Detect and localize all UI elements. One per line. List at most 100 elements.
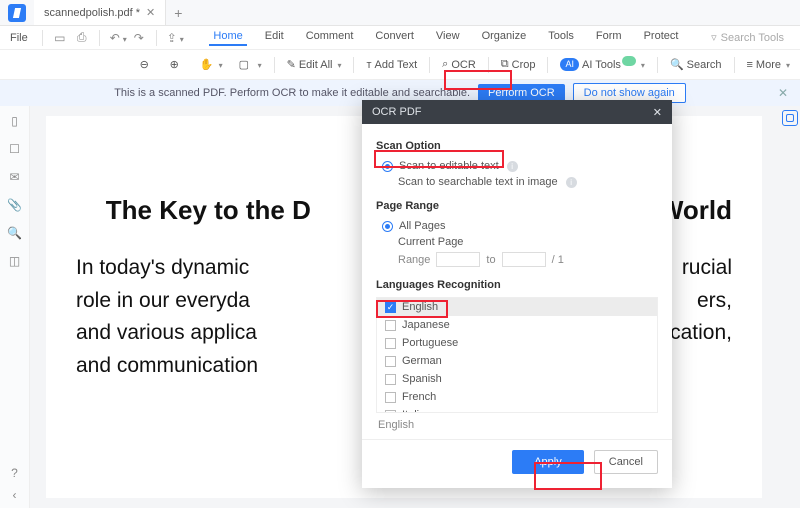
page-range-header: Page Range	[376, 200, 658, 212]
toolbar: ⊖ ⊕ ✋ ▢ ✎Edit All ᴛAdd Text ⌕OCR ⧉Crop A…	[0, 50, 800, 80]
dialog-footer: Apply Cancel	[362, 439, 672, 488]
zoom-in-icon: ⊕	[170, 58, 184, 72]
app-logo	[8, 4, 26, 22]
ocr-icon: ⌕	[442, 58, 448, 71]
title-bar: scannedpolish.pdf * ✕ +	[0, 0, 800, 26]
info-icon[interactable]: i	[507, 161, 518, 172]
beta-badge	[622, 56, 636, 66]
hand-tool-button[interactable]: ✋	[194, 55, 229, 75]
search-tools[interactable]: ▿ Search Tools	[711, 31, 794, 44]
file-menu[interactable]: File	[6, 32, 32, 44]
text-icon: ᴛ	[366, 59, 371, 71]
help-icon[interactable]: ?	[11, 466, 18, 480]
checkbox-icon	[385, 410, 396, 414]
print-icon[interactable]: ⎙	[75, 30, 89, 45]
bookmark-icon[interactable]: ☐	[9, 142, 20, 156]
tab-protect[interactable]: Protect	[640, 30, 683, 46]
range-from-input[interactable]	[436, 252, 480, 267]
search-panel-icon[interactable]: 🔍	[7, 226, 22, 240]
lang-german[interactable]: German	[377, 352, 657, 370]
lang-english[interactable]: ✓English	[377, 298, 657, 316]
new-tab-button[interactable]: +	[166, 5, 190, 21]
lang-japanese[interactable]: Japanese	[377, 316, 657, 334]
range-to-input[interactable]	[502, 252, 546, 267]
comment-panel-icon[interactable]: ✉	[9, 170, 19, 184]
collapse-rail-icon[interactable]: ‹	[13, 488, 17, 502]
ai-tools-button[interactable]: AIAI Tools	[554, 55, 650, 74]
square-icon: ▢	[239, 58, 253, 72]
info-icon[interactable]: i	[566, 177, 577, 188]
ocr-dialog: OCR PDF ✕ Scan Option Scan to editable t…	[362, 100, 672, 488]
tab-convert[interactable]: Convert	[371, 30, 418, 46]
ribbon-tabs: Home Edit Comment Convert View Organize …	[209, 30, 682, 46]
close-tab-icon[interactable]: ✕	[146, 6, 155, 19]
fit-page-icon[interactable]	[782, 110, 798, 126]
tab-view[interactable]: View	[432, 30, 464, 46]
share-icon[interactable]: ⇪	[167, 31, 181, 45]
left-rail: ▯ ☐ ✉ 📎 🔍 ◫ ? ‹	[0, 106, 30, 508]
checkbox-icon	[385, 356, 396, 367]
layers-icon[interactable]: ◫	[9, 254, 20, 268]
more-button[interactable]: ≡More	[741, 56, 797, 74]
lang-french[interactable]: French	[377, 388, 657, 406]
edit-all-button[interactable]: ✎Edit All	[281, 55, 348, 74]
crop-button[interactable]: ⧉Crop	[495, 55, 542, 74]
search-icon: 🔍	[670, 58, 684, 71]
dialog-close-icon[interactable]: ✕	[653, 106, 662, 119]
tab-edit[interactable]: Edit	[261, 30, 288, 46]
tab-label: scannedpolish.pdf *	[44, 7, 140, 19]
right-strip	[778, 106, 800, 508]
zoom-out-icon: ⊖	[140, 58, 154, 72]
tab-comment[interactable]: Comment	[302, 30, 358, 46]
menu-bar: File ▭ ⎙ ↶ ↷ ⇪ Home Edit Comment Convert…	[0, 26, 800, 50]
checkbox-icon	[385, 338, 396, 349]
lang-spanish[interactable]: Spanish	[377, 370, 657, 388]
attachment-icon[interactable]: 📎	[7, 198, 22, 212]
current-page-option[interactable]: Current Page	[376, 234, 658, 250]
search-button[interactable]: 🔍Search	[664, 55, 728, 74]
checkbox-icon	[385, 392, 396, 403]
thumbnails-icon[interactable]: ▯	[11, 114, 18, 128]
search-tools-label: Search Tools	[721, 32, 784, 44]
tab-home[interactable]: Home	[209, 30, 246, 46]
dialog-title: OCR PDF	[372, 106, 422, 118]
undo-icon[interactable]: ↶	[110, 31, 124, 45]
filter-icon: ▿	[711, 31, 717, 44]
tab-organize[interactable]: Organize	[478, 30, 531, 46]
zoom-in-button[interactable]: ⊕	[164, 55, 190, 75]
checkbox-icon	[385, 374, 396, 385]
apply-button[interactable]: Apply	[512, 450, 584, 474]
checkbox-icon	[385, 320, 396, 331]
redo-icon[interactable]: ↷	[132, 31, 146, 45]
pencil-icon: ✎	[287, 58, 296, 71]
lang-portuguese[interactable]: Portuguese	[377, 334, 657, 352]
lang-italian[interactable]: Italian	[377, 406, 657, 413]
tab-form[interactable]: Form	[592, 30, 626, 46]
cancel-button[interactable]: Cancel	[594, 450, 658, 474]
crop-icon: ⧉	[501, 58, 509, 71]
range-option[interactable]: Range to / 1	[376, 250, 658, 269]
document-tab[interactable]: scannedpolish.pdf * ✕	[34, 0, 166, 25]
save-icon[interactable]: ▭	[53, 31, 67, 45]
tab-tools[interactable]: Tools	[544, 30, 578, 46]
zoom-out-button[interactable]: ⊖	[134, 55, 160, 75]
dialog-titlebar: OCR PDF ✕	[362, 100, 672, 124]
add-text-button[interactable]: ᴛAdd Text	[360, 56, 423, 74]
radio-on-icon	[382, 161, 393, 172]
selected-languages-summary: English	[376, 415, 658, 431]
info-text: This is a scanned PDF. Perform OCR to ma…	[114, 87, 470, 99]
language-list[interactable]: ✓English Japanese Portuguese German Span…	[376, 297, 658, 413]
hand-icon: ✋	[200, 58, 214, 72]
checkbox-on-icon: ✓	[385, 302, 396, 313]
more-icon: ≡	[747, 59, 753, 71]
radio-on-icon	[382, 221, 393, 232]
close-infobar-icon[interactable]: ✕	[778, 86, 788, 100]
all-pages-option[interactable]: All Pages	[376, 218, 658, 234]
shape-tool-button[interactable]: ▢	[233, 55, 268, 75]
scan-option-header: Scan Option	[376, 140, 658, 152]
scan-editable-option[interactable]: Scan to editable text i	[376, 158, 658, 174]
scan-searchable-option[interactable]: Scan to searchable text in image i	[376, 174, 658, 190]
languages-header: Languages Recognition	[376, 279, 658, 291]
ai-icon: AI	[560, 58, 579, 71]
ocr-button[interactable]: ⌕OCR	[436, 55, 482, 74]
